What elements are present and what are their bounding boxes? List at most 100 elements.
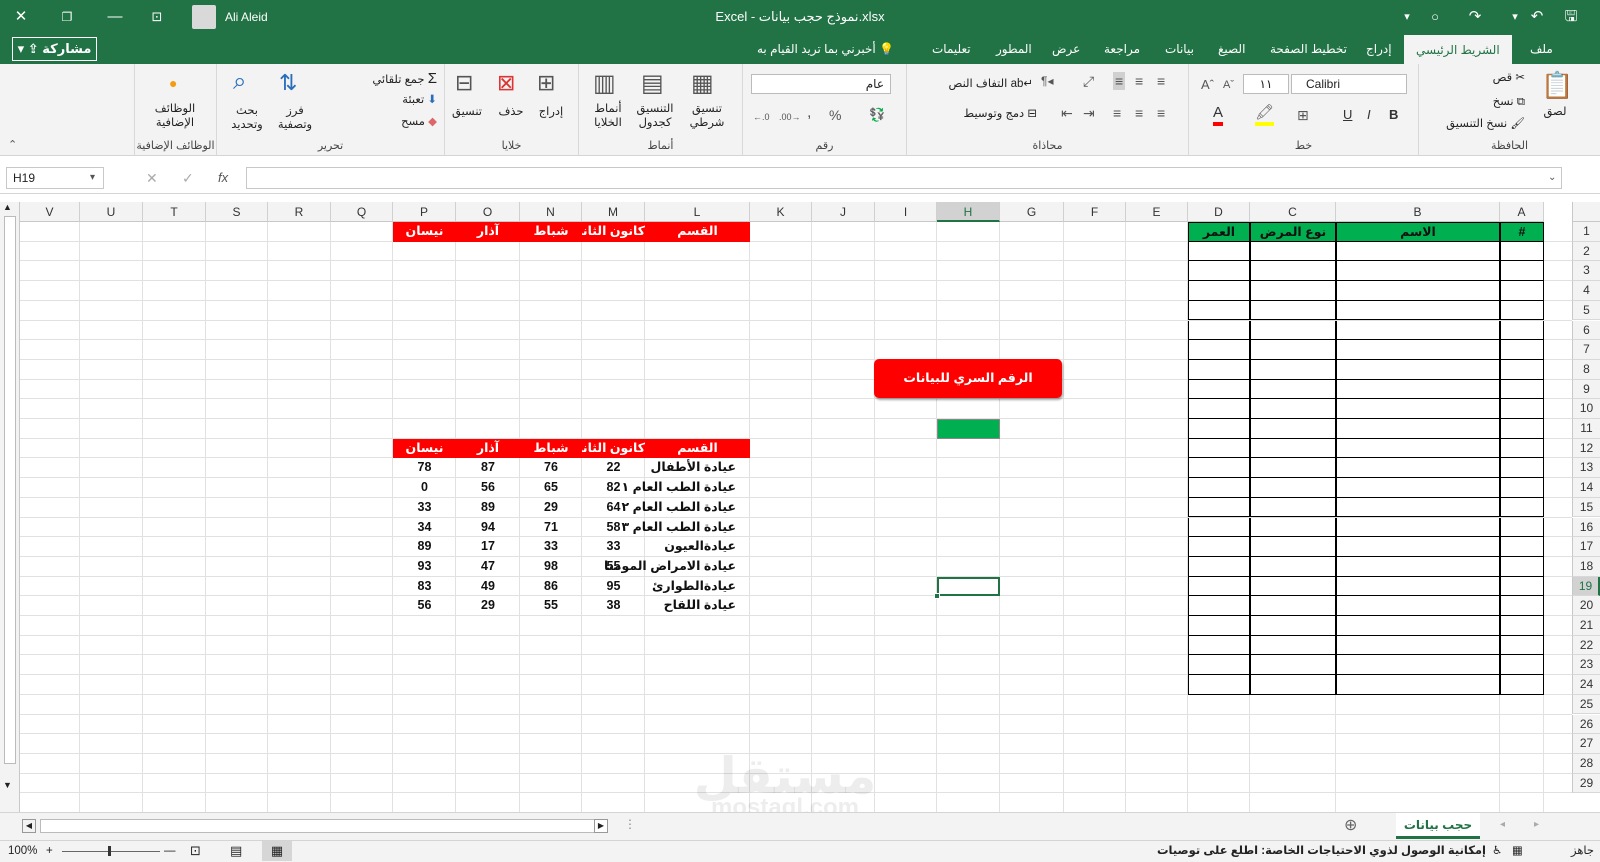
tab-view[interactable]: عرض <box>1052 34 1080 64</box>
left-table-cell[interactable] <box>1336 537 1500 557</box>
value-cell[interactable]: 49 <box>456 577 520 597</box>
selected-cell[interactable] <box>937 576 1000 597</box>
customize-qat-icon[interactable]: ▾ <box>1392 0 1422 34</box>
tab-developer[interactable]: المطور <box>996 34 1032 64</box>
copy-button[interactable]: نسخ ⧉ <box>1449 94 1525 109</box>
data-table-header[interactable]: القسم <box>645 438 750 459</box>
collapse-ribbon-icon[interactable]: ⌃ <box>8 136 17 154</box>
column-header-u[interactable]: U <box>80 202 143 222</box>
page-break-view-icon[interactable]: ⊡ <box>190 841 201 861</box>
value-cell[interactable]: 47 <box>456 557 520 577</box>
row-header-18[interactable]: 18 <box>1572 556 1600 577</box>
left-table-cell[interactable] <box>1250 300 1336 321</box>
accounting-icon[interactable]: 💱 <box>869 106 885 124</box>
zoom-slider[interactable] <box>62 851 160 852</box>
undo-icon[interactable]: ↶ <box>1522 0 1552 34</box>
delete-cells-button[interactable]: حذف <box>491 104 531 118</box>
left-table-cell[interactable] <box>1500 675 1544 695</box>
zoom-level[interactable]: 100% <box>8 841 37 861</box>
close-icon[interactable]: ✕ <box>6 0 36 34</box>
left-table-cell[interactable] <box>1500 261 1544 282</box>
left-table-cell[interactable] <box>1250 635 1336 656</box>
left-table-cell[interactable] <box>1188 281 1250 301</box>
column-header-h[interactable]: H <box>937 202 1000 222</box>
select-all-corner[interactable] <box>1572 202 1600 222</box>
left-table-cell[interactable] <box>1250 438 1336 459</box>
left-table-cell[interactable] <box>1500 655 1544 676</box>
value-cell[interactable]: 78 <box>393 458 456 478</box>
left-table-cell[interactable] <box>1500 281 1544 301</box>
align-center-icon[interactable]: ≡ <box>1135 104 1143 122</box>
column-header-e[interactable]: E <box>1126 202 1188 222</box>
split-handle-icon[interactable]: ⋮ <box>624 817 636 831</box>
increase-decimal-icon[interactable]: ←.0 <box>753 108 770 126</box>
column-header-a[interactable]: A <box>1500 202 1544 222</box>
value-cell[interactable]: 83 <box>393 577 456 597</box>
row-header-9[interactable]: 9 <box>1572 379 1600 400</box>
left-table-cell[interactable] <box>1500 359 1544 380</box>
avatar[interactable] <box>192 5 216 29</box>
left-table-cell[interactable] <box>1336 596 1500 616</box>
bold-button[interactable]: B <box>1389 106 1398 124</box>
row-header-2[interactable]: 2 <box>1572 241 1600 262</box>
left-table-cell[interactable] <box>1250 320 1336 341</box>
left-table-cell[interactable] <box>1188 537 1250 557</box>
left-table-cell[interactable] <box>1188 675 1250 695</box>
align-bottom-icon[interactable]: ≡ <box>1113 72 1126 90</box>
paste-button[interactable]: لصق <box>1535 104 1575 118</box>
value-cell[interactable]: 29 <box>520 498 582 518</box>
normal-view-icon[interactable]: ▦ <box>262 841 292 861</box>
align-left-icon[interactable]: ≡ <box>1113 104 1121 122</box>
share-button[interactable]: ▾ ⇪ مشاركة <box>12 37 97 61</box>
left-table-cell[interactable] <box>1250 458 1336 479</box>
left-table-cell[interactable] <box>1250 675 1336 695</box>
row-header-15[interactable]: 15 <box>1572 497 1600 518</box>
rtl-icon[interactable]: ¶◂ <box>1041 72 1053 90</box>
value-cell[interactable]: 82 <box>582 478 645 498</box>
left-table-cell[interactable] <box>1188 438 1250 459</box>
zoom-thumb[interactable] <box>108 846 111 856</box>
value-cell[interactable]: 29 <box>456 596 520 616</box>
value-cell[interactable]: 98 <box>520 557 582 577</box>
row-header-1[interactable]: 1 <box>1572 222 1600 242</box>
value-cell[interactable]: 33 <box>520 537 582 557</box>
left-table-cell[interactable] <box>1500 320 1544 341</box>
left-table-cell[interactable] <box>1188 300 1250 321</box>
row-header-4[interactable]: 4 <box>1572 281 1600 301</box>
clinic-name-cell[interactable]: عيادة الامراض المومنا <box>604 557 754 577</box>
format-cells-button[interactable]: تنسيق <box>447 104 487 118</box>
left-table-cell[interactable] <box>1188 379 1250 400</box>
addins-button[interactable]: الوظائف الإضافية <box>139 102 211 130</box>
column-header-s[interactable]: S <box>206 202 268 222</box>
left-table-cell[interactable] <box>1336 300 1500 321</box>
orientation-icon[interactable]: ⤢ <box>1083 72 1094 90</box>
sheet-tab-active[interactable]: حجب بيانات <box>1396 813 1480 839</box>
left-table-cell[interactable] <box>1500 438 1544 459</box>
left-table-cell[interactable] <box>1336 320 1500 341</box>
left-table-cell[interactable] <box>1188 478 1250 498</box>
row-header-25[interactable]: 25 <box>1572 694 1600 715</box>
left-table-cell[interactable] <box>1500 300 1544 321</box>
borders-icon[interactable]: ⊞ <box>1297 106 1309 124</box>
value-cell[interactable]: 87 <box>456 458 520 478</box>
clinic-name-cell[interactable]: عيادة اللقاح <box>645 596 754 616</box>
page-layout-view-icon[interactable]: ▤ <box>230 841 242 861</box>
sheet-prev-icon[interactable]: ◂ <box>1500 819 1505 830</box>
zoom-in-icon[interactable]: + <box>46 841 53 861</box>
tab-data[interactable]: بيانات <box>1165 34 1194 64</box>
row-header-28[interactable]: 28 <box>1572 753 1600 774</box>
value-cell[interactable]: 34 <box>393 518 456 538</box>
left-table-cell[interactable] <box>1336 359 1500 380</box>
left-table-cell[interactable] <box>1250 379 1336 400</box>
row-header-5[interactable]: 5 <box>1572 300 1600 321</box>
left-table-cell[interactable] <box>1250 340 1336 360</box>
enter-icon[interactable]: ✓ <box>182 167 194 189</box>
wrap-text-button[interactable]: التفاف النص ab↵ <box>933 76 1033 90</box>
left-table-cell[interactable] <box>1250 261 1336 282</box>
expand-formula-icon[interactable]: ⌄ <box>1548 167 1556 189</box>
italic-button[interactable]: I <box>1367 106 1371 124</box>
left-table-cell[interactable] <box>1336 438 1500 459</box>
redo-icon[interactable]: ↷ <box>1460 0 1490 34</box>
user-name[interactable]: Ali Aleid <box>225 0 268 34</box>
clinic-name-cell[interactable]: عيادة الطب العام ١ <box>622 478 754 498</box>
